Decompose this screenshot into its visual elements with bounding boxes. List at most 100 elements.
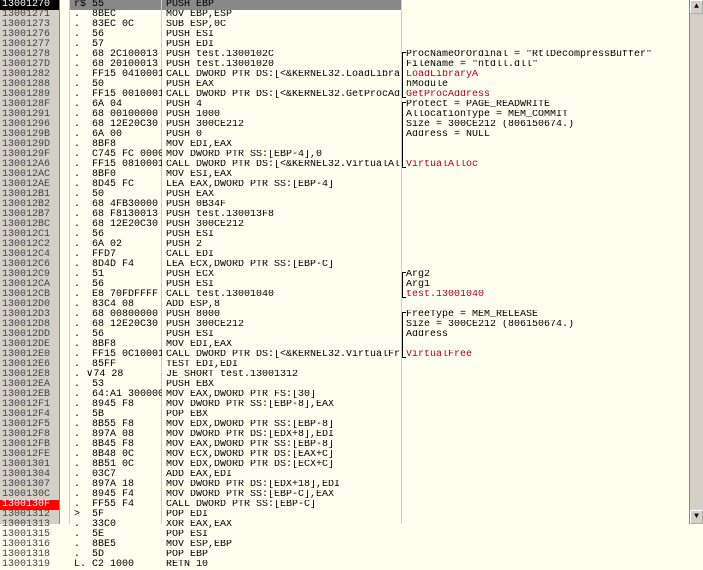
disasm-cell[interactable]: TEST EDI,EDI (162, 360, 401, 370)
address-cell[interactable]: 13001318 (0, 550, 59, 560)
disasm-cell[interactable]: MOV EDI,EAX (162, 140, 401, 150)
comment-cell[interactable] (402, 40, 703, 50)
disasm-cell[interactable]: CALL test.13001040 (162, 290, 401, 300)
comment-cell[interactable]: AllocationType = MEM_COMMIT (402, 110, 703, 120)
comment-cell[interactable] (402, 150, 703, 160)
comment-cell[interactable]: ProcNameOrOrdinal = "RtlDecompressBuffer… (402, 50, 703, 60)
bytes-cell[interactable]: L. C2 1000 (70, 560, 161, 570)
disasm-cell[interactable]: MOV ESP,EBP (162, 540, 401, 550)
disasm-cell[interactable]: PUSH ECX (162, 270, 401, 280)
comment-cell[interactable]: LoadLibraryA (402, 70, 703, 80)
disasm-cell[interactable]: JE SHORT test.13001312 (162, 370, 401, 380)
address-cell[interactable]: 13001315 (0, 530, 59, 540)
disasm-cell[interactable]: PUSH 8000 (162, 310, 401, 320)
disasm-cell[interactable]: PUSH 0 (162, 130, 401, 140)
disasm-cell[interactable]: CALL DWORD PTR DS:[<&KERNEL32.GetProcAd (162, 90, 401, 100)
comment-cell[interactable] (402, 20, 703, 30)
address-cell[interactable]: 13001316 (0, 540, 59, 550)
disasm-cell[interactable]: RETN 10 (162, 560, 401, 570)
disasm-cell[interactable]: MOV DWORD PTR SS:[EBP-8],EAX (162, 400, 401, 410)
disasm-cell[interactable]: PUSH EDI (162, 40, 401, 50)
disasm-cell[interactable]: MOV ESI,EAX (162, 170, 401, 180)
comment-cell[interactable]: Protect = PAGE_READWRITE (402, 100, 703, 110)
comment-cell[interactable] (402, 340, 703, 350)
scrollbar[interactable]: ▲ ▼ (689, 0, 703, 524)
comment-cell[interactable] (402, 550, 703, 560)
comment-cell[interactable] (402, 440, 703, 450)
comment-cell[interactable]: FreeType = MEM_RELEASE (402, 310, 703, 320)
disasm-cell[interactable]: PUSH EBP (162, 0, 401, 10)
comment-cell[interactable] (402, 370, 703, 380)
bytes-cell[interactable]: . 33C0 (70, 520, 161, 530)
comment-cell[interactable] (402, 540, 703, 550)
comment-cell[interactable] (402, 480, 703, 490)
comment-cell[interactable] (402, 470, 703, 480)
comment-cell[interactable]: FileName = "ntdll.dll" (402, 60, 703, 70)
disasm-cell[interactable]: PUSH ESI (162, 280, 401, 290)
disasm-cell[interactable]: PUSH test.1300102C (162, 50, 401, 60)
disasm-cell[interactable]: PUSH ESI (162, 30, 401, 40)
disasm-cell[interactable]: POP EDI (162, 510, 401, 520)
comment-cell[interactable] (402, 0, 703, 10)
disasm-cell[interactable]: ADD EAX,EDI (162, 470, 401, 480)
comment-cell[interactable]: GetProcAddress (402, 90, 703, 100)
comment-cell[interactable] (402, 360, 703, 370)
disasm-cell[interactable]: PUSH 300CE212 (162, 320, 401, 330)
bytes-column[interactable]: r$ 55. 8BEC. 83EC 0C. 56. 57. 68 2C10001… (70, 0, 162, 524)
comment-cell[interactable]: Address = NULL (402, 130, 703, 140)
comment-cell[interactable] (402, 250, 703, 260)
comment-cell[interactable] (402, 460, 703, 470)
disasm-cell[interactable]: POP EBP (162, 550, 401, 560)
comment-cell[interactable]: VirtualAlloc (402, 160, 703, 170)
disasm-cell[interactable]: PUSH 4 (162, 100, 401, 110)
disasm-cell[interactable]: MOV ECX,DWORD PTR DS:[EAX+C] (162, 450, 401, 460)
address-cell[interactable]: 13001313 (0, 520, 59, 530)
bytes-cell[interactable]: . 8BE5 (70, 540, 161, 550)
disasm-cell[interactable]: MOV DWORD PTR DS:[EDX+8],EDI (162, 430, 401, 440)
disasm-cell[interactable]: PUSH 0B34F (162, 200, 401, 210)
disasm-cell[interactable]: MOV DWORD PTR SS:[EBP-4],0 (162, 150, 401, 160)
disasm-cell[interactable]: LEA EAX,DWORD PTR SS:[EBP-4] (162, 180, 401, 190)
disasm-cell[interactable]: PUSH test.130013F8 (162, 210, 401, 220)
comment-cell[interactable] (402, 170, 703, 180)
disasm-cell[interactable]: PUSH 1000 (162, 110, 401, 120)
disasm-cell[interactable]: PUSH 300CE212 (162, 220, 401, 230)
disasm-cell[interactable]: PUSH ESI (162, 330, 401, 340)
comment-cell[interactable] (402, 500, 703, 510)
address-cell[interactable]: 13001319 (0, 560, 59, 570)
comment-cell[interactable] (402, 530, 703, 540)
comment-cell[interactable] (402, 200, 703, 210)
comment-cell[interactable]: Size = 300CE212 (806150674.) (402, 120, 703, 130)
comment-cell[interactable] (402, 380, 703, 390)
comment-cell[interactable]: Address (402, 330, 703, 340)
comment-cell[interactable] (402, 190, 703, 200)
comment-cell[interactable]: Arg1 (402, 280, 703, 290)
comment-cell[interactable] (402, 180, 703, 190)
comment-cell[interactable] (402, 520, 703, 530)
comment-cell[interactable] (402, 30, 703, 40)
comment-cell[interactable] (402, 510, 703, 520)
comment-cell[interactable] (402, 390, 703, 400)
comment-cell[interactable] (402, 560, 703, 570)
disasm-cell[interactable]: LEA ECX,DWORD PTR SS:[EBP-C] (162, 260, 401, 270)
scroll-up-button[interactable]: ▲ (690, 0, 703, 14)
disassembly-column[interactable]: PUSH EBPMOV EBP,ESPSUB ESP,0CPUSH ESIPUS… (162, 0, 402, 524)
disasm-cell[interactable]: MOV EAX,DWORD PTR FS:[30] (162, 390, 401, 400)
comment-cell[interactable] (402, 490, 703, 500)
comment-cell[interactable] (402, 410, 703, 420)
comment-cell[interactable] (402, 420, 703, 430)
disasm-cell[interactable]: MOV EDX,DWORD PTR SS:[EBP-8] (162, 420, 401, 430)
comment-cell[interactable] (402, 230, 703, 240)
comment-cell[interactable] (402, 210, 703, 220)
disasm-cell[interactable]: CALL EDI (162, 250, 401, 260)
disasm-cell[interactable]: MOV DWORD PTR DS:[EDX+18],EDI (162, 480, 401, 490)
bytes-cell[interactable]: . 5D (70, 550, 161, 560)
disasm-cell[interactable]: MOV EDX,DWORD PTR DS:[ECX+C] (162, 460, 401, 470)
disasm-cell[interactable]: POP EBX (162, 410, 401, 420)
comment-cell[interactable]: hModule (402, 80, 703, 90)
disasm-cell[interactable]: CALL DWORD PTR DS:[<&KERNEL32.VirtualFr (162, 350, 401, 360)
disasm-cell[interactable]: ADD ESP,8 (162, 300, 401, 310)
address-column[interactable]: 1300127013001271130012731300127613001277… (0, 0, 60, 524)
comment-cell[interactable] (402, 220, 703, 230)
disasm-cell[interactable]: MOV DWORD PTR SS:[EBP-C],EAX (162, 490, 401, 500)
